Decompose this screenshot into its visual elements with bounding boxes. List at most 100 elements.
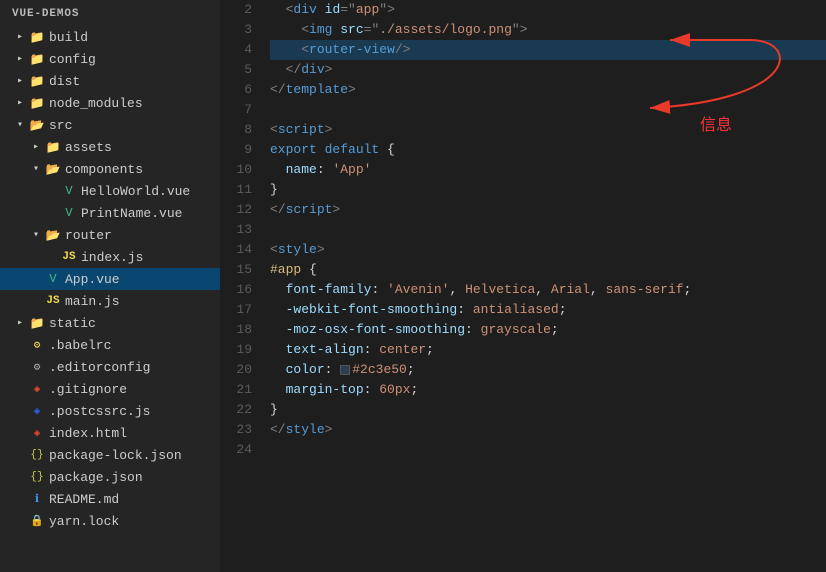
sidebar-header: VUE-DEMOS bbox=[0, 0, 220, 26]
folder-icon-build: 📁 bbox=[28, 30, 46, 45]
sidebar-item-yarnlock[interactable]: 🔒 yarn.lock bbox=[0, 510, 220, 532]
label-helloworld: HelloWorld.vue bbox=[81, 184, 190, 199]
label-editorconfig: .editorconfig bbox=[49, 360, 150, 375]
sidebar-item-helloworld[interactable]: V HelloWorld.vue bbox=[0, 180, 220, 202]
folder-icon-node_modules: 📁 bbox=[28, 96, 46, 111]
label-router-indexjs: index.js bbox=[81, 250, 143, 265]
label-indexhtml: index.html bbox=[49, 426, 127, 441]
sidebar-item-packagelockjson[interactable]: {} package-lock.json bbox=[0, 444, 220, 466]
label-printname: PrintName.vue bbox=[81, 206, 182, 221]
code-line-21: margin-top: 60px; bbox=[270, 380, 826, 400]
arrow-assets bbox=[28, 141, 44, 153]
sidebar-item-babelrc[interactable]: ⚙ .babelrc bbox=[0, 334, 220, 356]
sidebar: VUE-DEMOS 📁 build 📁 config 📁 dist 📁 node… bbox=[0, 0, 220, 572]
label-build: build bbox=[49, 30, 88, 45]
code-line-9: export default { bbox=[270, 140, 826, 160]
code-line-19: text-align: center; bbox=[270, 340, 826, 360]
pkglock-icon: {} bbox=[28, 449, 46, 461]
sidebar-item-src[interactable]: 📂 src bbox=[0, 114, 220, 136]
code-line-22: } bbox=[270, 400, 826, 420]
label-router: router bbox=[65, 228, 112, 243]
babel-icon: ⚙ bbox=[28, 338, 46, 352]
sidebar-item-indexhtml[interactable]: ◈ index.html bbox=[0, 422, 220, 444]
code-line-5: </div> bbox=[270, 60, 826, 80]
code-line-6: </template> bbox=[270, 80, 826, 100]
code-line-23: </style> bbox=[270, 420, 826, 440]
label-babelrc: .babelrc bbox=[49, 338, 111, 353]
label-dist: dist bbox=[49, 74, 80, 89]
editor-content: 2 3 4 5 6 7 8 9 10 11 12 13 14 15 16 17 … bbox=[220, 0, 826, 572]
folder-icon-dist: 📁 bbox=[28, 74, 46, 89]
sidebar-item-router-indexjs[interactable]: JS index.js bbox=[0, 246, 220, 268]
arrow-node_modules bbox=[12, 97, 28, 109]
label-packagejson: package.json bbox=[49, 470, 143, 485]
label-components: components bbox=[65, 162, 143, 177]
label-mainjs: main.js bbox=[65, 294, 120, 309]
sidebar-item-components[interactable]: 📂 components bbox=[0, 158, 220, 180]
readme-icon: ℹ bbox=[28, 492, 46, 506]
arrow-router bbox=[28, 229, 44, 241]
arrow-build bbox=[12, 31, 28, 43]
code-line-17: -webkit-font-smoothing: antialiased; bbox=[270, 300, 826, 320]
vue-icon-printname: V bbox=[60, 206, 78, 220]
code-line-20: color: #2c3e50; bbox=[270, 360, 826, 380]
label-packagelock: package-lock.json bbox=[49, 448, 182, 463]
sidebar-item-router[interactable]: 📂 router bbox=[0, 224, 220, 246]
folder-icon-static: 📁 bbox=[28, 316, 46, 331]
code-line-16: font-family: 'Avenin', Helvetica, Arial,… bbox=[270, 280, 826, 300]
folder-icon-src: 📂 bbox=[28, 118, 46, 133]
label-postcssrc: .postcssrc.js bbox=[49, 404, 150, 419]
sidebar-item-assets[interactable]: 📁 assets bbox=[0, 136, 220, 158]
code-area[interactable]: <div id="app"> <img src="./assets/logo.p… bbox=[262, 0, 826, 572]
folder-icon-assets: 📁 bbox=[44, 140, 62, 155]
js-icon-router-index: JS bbox=[60, 251, 78, 263]
sidebar-item-appvue[interactable]: V App.vue bbox=[0, 268, 220, 290]
arrow-dist bbox=[12, 75, 28, 87]
arrow-config bbox=[12, 53, 28, 65]
editor-icon: ⚙ bbox=[28, 360, 46, 374]
sidebar-item-packagejson[interactable]: {} package.json bbox=[0, 466, 220, 488]
code-line-2: <div id="app"> bbox=[270, 0, 826, 20]
label-appvue: App.vue bbox=[65, 272, 120, 287]
sidebar-item-config[interactable]: 📁 config bbox=[0, 48, 220, 70]
folder-icon-config: 📁 bbox=[28, 52, 46, 67]
arrow-components bbox=[28, 163, 44, 175]
code-line-12: </script> bbox=[270, 200, 826, 220]
vue-icon-helloworld: V bbox=[60, 184, 78, 198]
code-line-24 bbox=[270, 440, 826, 460]
arrow-static bbox=[12, 317, 28, 329]
folder-icon-components: 📂 bbox=[44, 162, 62, 177]
json-icon: {} bbox=[28, 471, 46, 483]
code-line-18: -moz-osx-font-smoothing: grayscale; bbox=[270, 320, 826, 340]
label-readme: README.md bbox=[49, 492, 119, 507]
code-line-8: <script> bbox=[270, 120, 826, 140]
code-line-13 bbox=[270, 220, 826, 240]
label-yarnlock: yarn.lock bbox=[49, 514, 119, 529]
code-line-15: #app { bbox=[270, 260, 826, 280]
code-line-4: <router-view/> bbox=[270, 40, 826, 60]
sidebar-item-editorconfig[interactable]: ⚙ .editorconfig bbox=[0, 356, 220, 378]
code-line-7 bbox=[270, 100, 826, 120]
sidebar-item-build[interactable]: 📁 build bbox=[0, 26, 220, 48]
yarn-icon: 🔒 bbox=[28, 514, 46, 528]
color-swatch-2c3e50 bbox=[340, 365, 350, 375]
sidebar-item-readme[interactable]: ℹ README.md bbox=[0, 488, 220, 510]
sidebar-item-mainjs[interactable]: JS main.js bbox=[0, 290, 220, 312]
css-icon: ◈ bbox=[28, 404, 46, 418]
sidebar-item-dist[interactable]: 📁 dist bbox=[0, 70, 220, 92]
sidebar-item-gitignore[interactable]: ◈ .gitignore bbox=[0, 378, 220, 400]
sidebar-item-node_modules[interactable]: 📁 node_modules bbox=[0, 92, 220, 114]
sidebar-item-printname[interactable]: V PrintName.vue bbox=[0, 202, 220, 224]
js-icon-main: JS bbox=[44, 295, 62, 307]
arrow-src bbox=[12, 119, 28, 131]
vue-icon-appvue: V bbox=[44, 272, 62, 286]
label-src: src bbox=[49, 118, 72, 133]
code-line-14: <style> bbox=[270, 240, 826, 260]
folder-icon-router: 📂 bbox=[44, 228, 62, 243]
sidebar-item-postcssrc[interactable]: ◈ .postcssrc.js bbox=[0, 400, 220, 422]
code-line-10: name: 'App' bbox=[270, 160, 826, 180]
label-config: config bbox=[49, 52, 96, 67]
line-numbers: 2 3 4 5 6 7 8 9 10 11 12 13 14 15 16 17 … bbox=[220, 0, 262, 572]
editor-pane: 2 3 4 5 6 7 8 9 10 11 12 13 14 15 16 17 … bbox=[220, 0, 826, 572]
sidebar-item-static[interactable]: 📁 static bbox=[0, 312, 220, 334]
